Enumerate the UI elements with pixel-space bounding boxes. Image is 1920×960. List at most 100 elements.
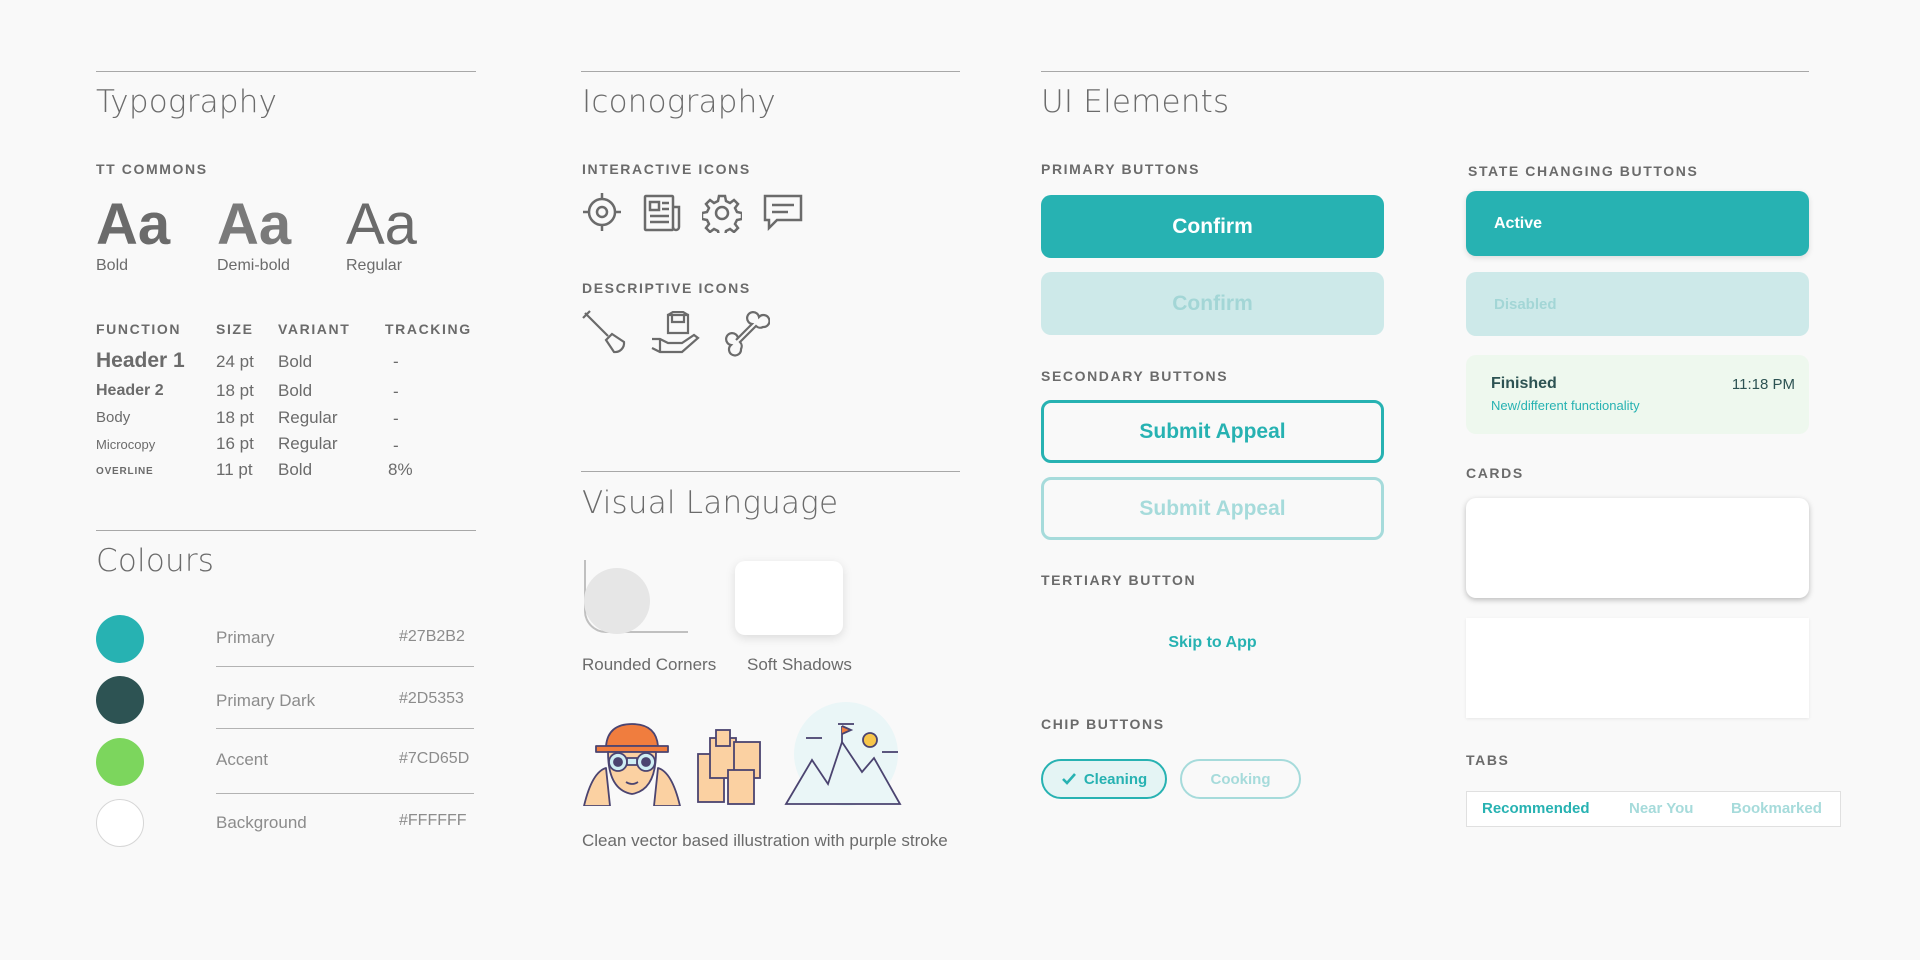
soft-shadows-label: Soft Shadows (747, 655, 852, 674)
type-row-size: 24 pt (216, 352, 254, 371)
color-swatch-primary (96, 615, 144, 663)
chip-cleaning[interactable]: Cleaning (1041, 759, 1167, 799)
section-divider (581, 471, 960, 472)
chat-icon[interactable] (762, 193, 804, 233)
bone-icon (725, 311, 770, 357)
skip-to-app-button[interactable]: Skip to App (1041, 634, 1384, 652)
color-name: Accent (216, 750, 268, 769)
color-divider (216, 728, 474, 729)
color-name: Background (216, 813, 307, 832)
color-hex: #27B2B2 (399, 628, 465, 645)
font-weight-label: Demi-bold (217, 257, 290, 274)
submit-appeal-button-disabled[interactable]: Submit Appeal (1041, 477, 1384, 540)
font-sample-regular: Aa (346, 192, 417, 257)
mountains-illustration (784, 702, 902, 806)
type-row-function: Header 1 (96, 349, 185, 372)
type-row-size: 11 pt (216, 460, 253, 479)
state-buttons-label: STATE CHANGING BUTTONS (1468, 163, 1699, 179)
color-name: Primary (216, 628, 275, 647)
section-divider (96, 530, 476, 531)
color-divider (216, 793, 474, 794)
type-row-function: Body (96, 409, 131, 426)
tabs-label: TABS (1466, 752, 1510, 768)
chip-buttons-label: CHIP BUTTONS (1041, 716, 1165, 732)
color-hex: #FFFFFF (399, 812, 467, 829)
font-name-label: TT COMMONS (96, 161, 208, 177)
gear-icon[interactable] (702, 193, 742, 233)
chip-label: Cleaning (1083, 770, 1148, 788)
shovel-icon (582, 310, 626, 354)
binoculars-illustration (583, 723, 681, 806)
chip-cooking[interactable]: Cooking (1180, 759, 1301, 799)
font-weight-label: Bold (96, 257, 129, 274)
target-icon[interactable] (582, 192, 622, 232)
rounded-corners-label: Rounded Corners (582, 655, 717, 674)
cards-label: CARDS (1466, 465, 1524, 481)
tab-bar: Recommended Near You Bookmarked (1466, 791, 1841, 827)
type-row-variant: Bold (278, 352, 313, 371)
state-active-button[interactable]: Active (1466, 191, 1809, 256)
confirm-button-disabled[interactable]: Confirm (1041, 272, 1384, 335)
font-weight-label: Regular (346, 257, 403, 274)
finished-time: 11:18 PM (1731, 376, 1795, 393)
newspaper-icon[interactable] (642, 193, 682, 233)
state-disabled-button[interactable]: Disabled (1466, 272, 1809, 336)
col-header-size: SIZE (216, 321, 254, 337)
type-row-variant: Bold (278, 460, 313, 479)
visual-language-title: Visual Language (582, 485, 839, 521)
type-row-function: Header 2 (96, 382, 164, 399)
confirm-button[interactable]: Confirm (1041, 195, 1384, 258)
rounded-corner-circle (584, 568, 650, 634)
finished-subtitle: New/different functionality (1491, 398, 1640, 413)
secondary-buttons-label: SECONDARY BUTTONS (1041, 368, 1229, 384)
typography-title: Typography (96, 84, 278, 120)
color-swatch-accent (96, 738, 144, 786)
card-elevated[interactable] (1466, 498, 1809, 598)
type-row-tracking: - (393, 382, 399, 401)
primary-buttons-label: PRIMARY BUTTONS (1041, 161, 1201, 177)
type-row-tracking: - (393, 409, 399, 428)
check-icon (1061, 773, 1076, 785)
iconography-title: Iconography (582, 84, 776, 120)
tab-recommended[interactable]: Recommended (1482, 800, 1590, 817)
tertiary-button-label: TERTIARY BUTTON (1041, 572, 1197, 588)
section-divider (96, 71, 476, 72)
type-row-variant: Bold (278, 381, 313, 400)
card-flat[interactable] (1466, 618, 1809, 718)
submit-appeal-button[interactable]: Submit Appeal (1041, 400, 1384, 463)
col-header-function: FUNCTION (96, 321, 182, 337)
package-hand-icon (651, 311, 700, 354)
type-row-tracking: - (393, 352, 399, 371)
type-row-size: 18 pt (216, 408, 254, 427)
type-row-function: OVERLINE (96, 466, 154, 477)
colours-title: Colours (96, 543, 215, 579)
tab-bookmarked[interactable]: Bookmarked (1731, 800, 1822, 817)
illustration-caption: Clean vector based illustration with pur… (582, 831, 948, 850)
type-row-variant: Regular (278, 434, 338, 453)
interactive-icons-label: INTERACTIVE ICONS (582, 161, 751, 177)
color-hex: #2D5353 (399, 690, 464, 707)
type-row-tracking: 8% (388, 460, 413, 479)
type-row-variant: Regular (278, 408, 338, 427)
color-swatch-primary-dark (96, 676, 144, 724)
finished-title: Finished (1491, 375, 1557, 392)
col-header-tracking: TRACKING (385, 321, 472, 337)
type-row-size: 16 pt (216, 434, 254, 453)
chip-label: Cooking (1210, 770, 1271, 788)
color-hex: #7CD65D (399, 750, 470, 767)
tab-near-you[interactable]: Near You (1629, 800, 1693, 817)
color-swatch-background (96, 799, 144, 847)
type-row-size: 18 pt (216, 381, 254, 400)
state-finished-button[interactable]: Finished 11:18 PM New/different function… (1466, 355, 1809, 434)
color-divider (216, 666, 474, 667)
section-divider (1041, 71, 1809, 72)
type-row-function: Microcopy (96, 437, 156, 452)
ui-elements-title: UI Elements (1041, 84, 1230, 120)
soft-shadow-sample (735, 561, 843, 635)
font-sample-bold: Aa (96, 192, 171, 257)
documents-illustration (697, 729, 761, 805)
type-row-tracking: - (393, 436, 399, 455)
font-sample-demibold: Aa (217, 192, 292, 257)
color-name: Primary Dark (216, 691, 316, 710)
descriptive-icons-label: DESCRIPTIVE ICONS (582, 280, 751, 296)
